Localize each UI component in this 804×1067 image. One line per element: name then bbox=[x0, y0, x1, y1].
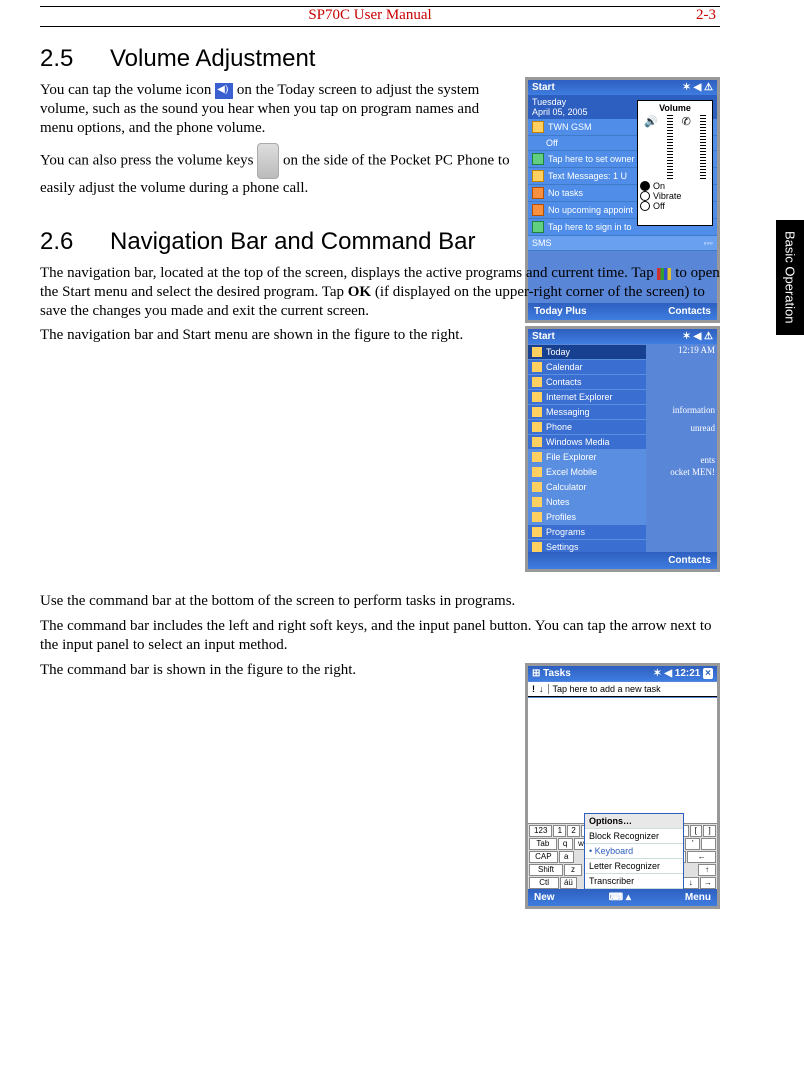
para-26-1: The navigation bar, located at the top o… bbox=[40, 264, 720, 320]
section-navigation-bar: 2.6Navigation Bar and Command Bar The na… bbox=[40, 228, 720, 921]
para-26-5: The command bar is shown in the figure t… bbox=[40, 661, 500, 680]
fig1-start-label: Start bbox=[532, 82, 555, 93]
start-menu-list: Today Calendar Contacts Internet Explore… bbox=[528, 345, 646, 570]
fig2-start-label: Start bbox=[532, 331, 555, 342]
priority-down-icon: ↓ bbox=[539, 684, 544, 694]
fig2-status-icons: ✶ ◀ ⚠ bbox=[682, 331, 713, 342]
priority-up-icon: ! bbox=[532, 684, 535, 694]
section-volume-adjustment: 2.5Volume Adjustment You can tap the vol… bbox=[40, 45, 720, 198]
heading-2-5: 2.5Volume Adjustment bbox=[40, 45, 720, 73]
header-title: SP70C User Manual bbox=[308, 7, 431, 24]
windows-flag-icon bbox=[657, 268, 671, 280]
close-icon: × bbox=[703, 668, 713, 679]
windows-flag-icon: ⊞ bbox=[532, 668, 540, 679]
volume-popup: Volume 🔊✆ On Vibrate Off bbox=[637, 100, 713, 226]
figure-command-bar: ⊞ Tasks ✶ ◀ 12:21 × ! ↓ Tap here to add … bbox=[525, 663, 720, 909]
keyboard-icon: ⌨ ▴ bbox=[609, 892, 631, 903]
heading-2-6: 2.6Navigation Bar and Command Bar bbox=[40, 228, 720, 256]
fig1-status-icons: ✶ ◀ ⚠ bbox=[682, 82, 713, 93]
para-26-3: Use the command bar at the bottom of the… bbox=[40, 592, 720, 611]
volume-icon bbox=[215, 83, 233, 99]
para-25-2: You can also press the volume keys on th… bbox=[40, 143, 510, 198]
page-header: SP70C User Manual 2-3 bbox=[40, 7, 720, 26]
side-tab-basic-operation: Basic Operation bbox=[776, 220, 804, 335]
header-page-number: 2-3 bbox=[696, 7, 716, 24]
fig3-status-icons: ✶ ◀ bbox=[653, 668, 672, 679]
para-26-4: The command bar includes the left and ri… bbox=[40, 617, 720, 655]
input-method-popup: Options… Block Recognizer • Keyboard Let… bbox=[584, 813, 684, 890]
volume-keys-icon bbox=[257, 143, 279, 179]
para-25-1: You can tap the volume icon on the Today… bbox=[40, 81, 510, 137]
figure-start-menu: Start ✶ ◀ ⚠ Today Calendar Contacts Inte… bbox=[525, 326, 720, 572]
para-26-2: The navigation bar and Start menu are sh… bbox=[40, 326, 500, 345]
